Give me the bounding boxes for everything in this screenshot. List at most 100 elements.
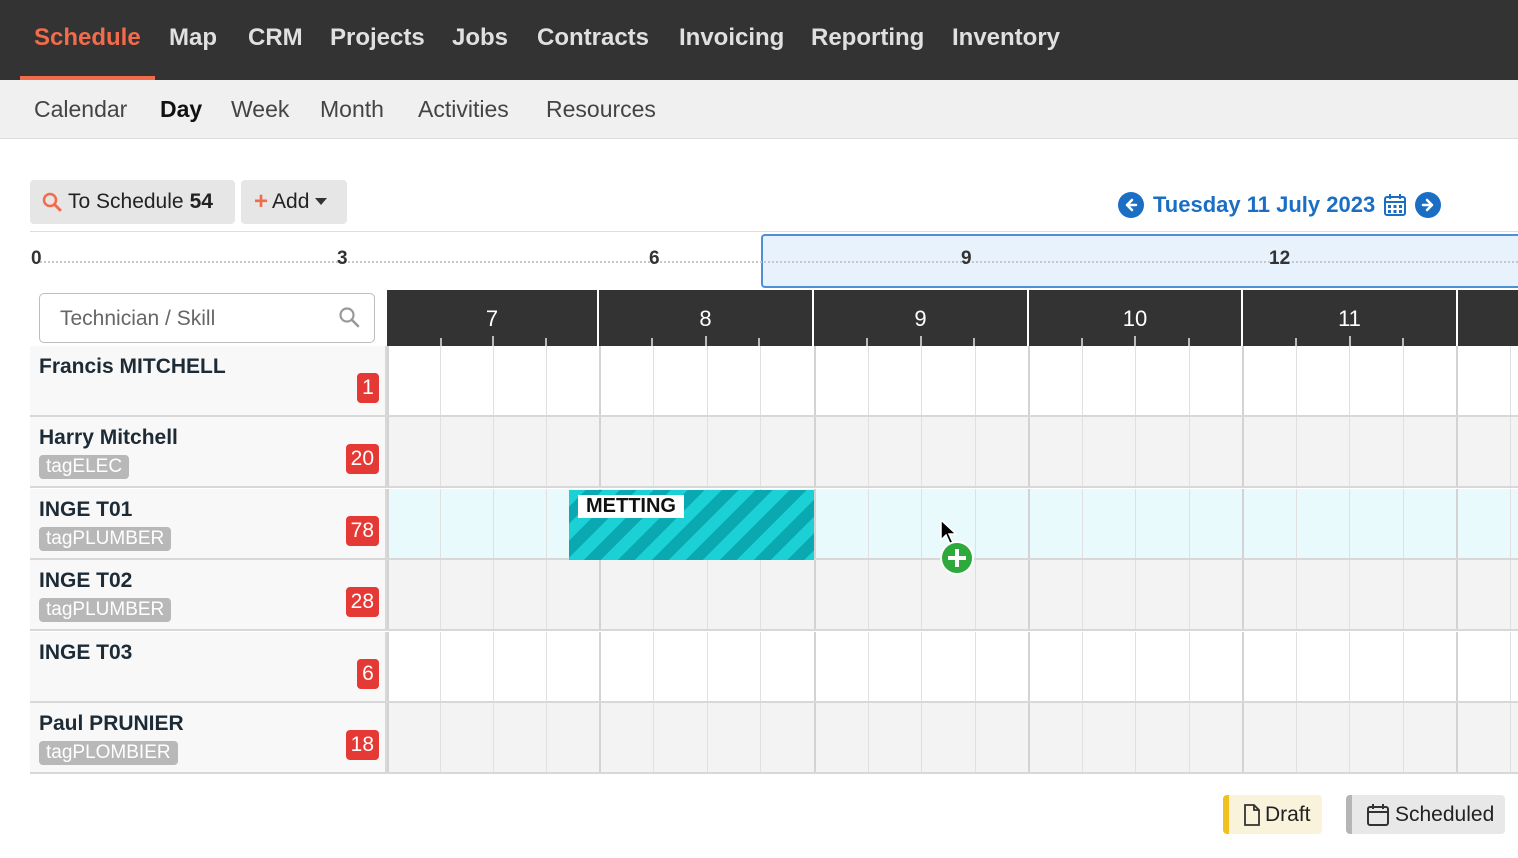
quarter-gridline (1135, 346, 1136, 415)
schedule-grid-row[interactable] (387, 417, 1518, 486)
job-count-badge: 18 (345, 730, 379, 760)
hour-gridline (1028, 346, 1030, 415)
quarter-gridline (440, 489, 441, 558)
nav-jobs[interactable]: Jobs (452, 24, 508, 52)
quarter-gridline (546, 560, 547, 629)
quarter-gridline (1295, 560, 1297, 629)
quarter-gridline (493, 632, 494, 701)
quarter-gridline (1295, 703, 1297, 772)
quarter-gridline (974, 632, 976, 701)
nav-map[interactable]: Map (169, 24, 217, 52)
hour-gridline (1028, 703, 1030, 772)
hour-gridline (599, 632, 601, 701)
hour-gridline (1242, 346, 1244, 415)
quarter-gridline (921, 703, 922, 772)
quarter-gridline (1081, 560, 1083, 629)
nav-crm[interactable]: CRM (248, 24, 303, 52)
quarter-gridline (921, 560, 922, 629)
draft-legend-button[interactable]: Draft (1223, 795, 1322, 834)
timeline-tick: 6 (649, 248, 660, 269)
date-navigator: Tuesday 11 July 2023 (1118, 188, 1442, 222)
timeline-tick: 0 (31, 248, 42, 269)
quarter-gridline (652, 346, 654, 415)
quarter-gridline (1081, 417, 1083, 486)
technician-info[interactable]: Francis MITCHELL 1 (30, 346, 387, 415)
quarter-gridline (1135, 489, 1136, 558)
tab-week[interactable]: Week (231, 96, 289, 123)
previous-day-icon[interactable] (1118, 192, 1144, 218)
schedule-grid-row[interactable] (387, 346, 1518, 415)
nav-invoicing[interactable]: Invoicing (679, 24, 784, 52)
to-schedule-count: 54 (189, 190, 213, 213)
technician-info[interactable]: Harry Mitchell tagELEC 20 (30, 417, 387, 486)
technician-name: INGE T02 (39, 569, 133, 592)
quarter-gridline (1188, 632, 1190, 701)
next-day-icon[interactable] (1415, 192, 1442, 218)
technician-name: Harry Mitchell (39, 426, 178, 449)
quarter-gridline (440, 560, 441, 629)
tab-activities[interactable]: Activities (418, 96, 509, 123)
event-block[interactable]: METTING (569, 490, 814, 560)
technician-info[interactable]: Paul PRUNIER tagPLOMBIER 18 (30, 703, 387, 772)
time-overview-slider[interactable]: 0 3 6 9 12 (30, 231, 1518, 290)
quarter-gridline (1510, 489, 1511, 558)
nav-reporting[interactable]: Reporting (811, 24, 924, 52)
quarter-gridline (867, 417, 869, 486)
technician-name: Francis MITCHELL (39, 355, 226, 378)
schedule-grid-row[interactable] (387, 703, 1518, 772)
top-navigation: Schedule Map CRM Projects Jobs Contracts… (0, 0, 1518, 80)
quarter-gridline (1402, 703, 1404, 772)
quarter-gridline (1295, 417, 1297, 486)
add-dropdown-button[interactable]: + Add (241, 180, 347, 224)
timeline-tick: 9 (961, 248, 972, 269)
quarter-gridline (440, 703, 441, 772)
quarter-gridline (1135, 703, 1136, 772)
header-tick (650, 338, 653, 346)
tab-day[interactable]: Day (160, 96, 202, 123)
tab-calendar[interactable]: Calendar (34, 96, 127, 123)
calendar-icon (1366, 803, 1390, 827)
quarter-gridline (760, 417, 762, 486)
nav-schedule[interactable]: Schedule (34, 24, 141, 52)
technician-info[interactable]: INGE T01 tagPLUMBER 78 (30, 489, 387, 558)
technician-name: INGE T01 (39, 498, 133, 521)
hour-gridline (1242, 489, 1244, 558)
technician-info[interactable]: INGE T03 6 (30, 632, 387, 701)
scheduled-legend-button[interactable]: Scheduled (1346, 795, 1505, 834)
quarter-gridline (1135, 560, 1136, 629)
header-tick (544, 338, 547, 346)
tab-resources[interactable]: Resources (546, 96, 656, 123)
hour-gridline (387, 346, 389, 415)
hour-gridline (387, 417, 389, 486)
search-icon (42, 192, 62, 212)
quarter-gridline (706, 417, 708, 486)
technician-search (39, 293, 375, 344)
hour-gridline (814, 632, 816, 701)
quarter-gridline (1188, 703, 1190, 772)
quarter-gridline (867, 489, 869, 558)
technician-info[interactable]: INGE T02 tagPLUMBER 28 (30, 560, 387, 629)
calendar-icon[interactable] (1383, 193, 1407, 217)
nav-contracts[interactable]: Contracts (537, 24, 649, 52)
quarter-gridline (546, 346, 547, 415)
to-schedule-button[interactable]: To Schedule 54 (30, 180, 235, 224)
search-icon[interactable] (338, 306, 360, 333)
header-tick (1187, 338, 1190, 346)
quarter-gridline (546, 703, 547, 772)
schedule-grid-row[interactable] (387, 632, 1518, 701)
hour-gridline (387, 703, 389, 772)
hour-gridline (387, 632, 389, 701)
technician-search-input[interactable] (58, 294, 332, 344)
add-slot-icon[interactable] (940, 541, 974, 580)
current-date[interactable]: Tuesday 11 July 2023 (1153, 192, 1375, 218)
hour-gridline (1028, 632, 1030, 701)
scheduled-label: Scheduled (1395, 802, 1495, 826)
nav-inventory[interactable]: Inventory (952, 24, 1060, 52)
quarter-gridline (1349, 703, 1350, 772)
job-count-badge: 20 (345, 444, 379, 474)
tab-month[interactable]: Month (320, 96, 384, 123)
add-label: Add (272, 190, 310, 213)
hour-gridline (1456, 632, 1458, 701)
quarter-gridline (760, 703, 762, 772)
nav-projects[interactable]: Projects (330, 24, 425, 52)
